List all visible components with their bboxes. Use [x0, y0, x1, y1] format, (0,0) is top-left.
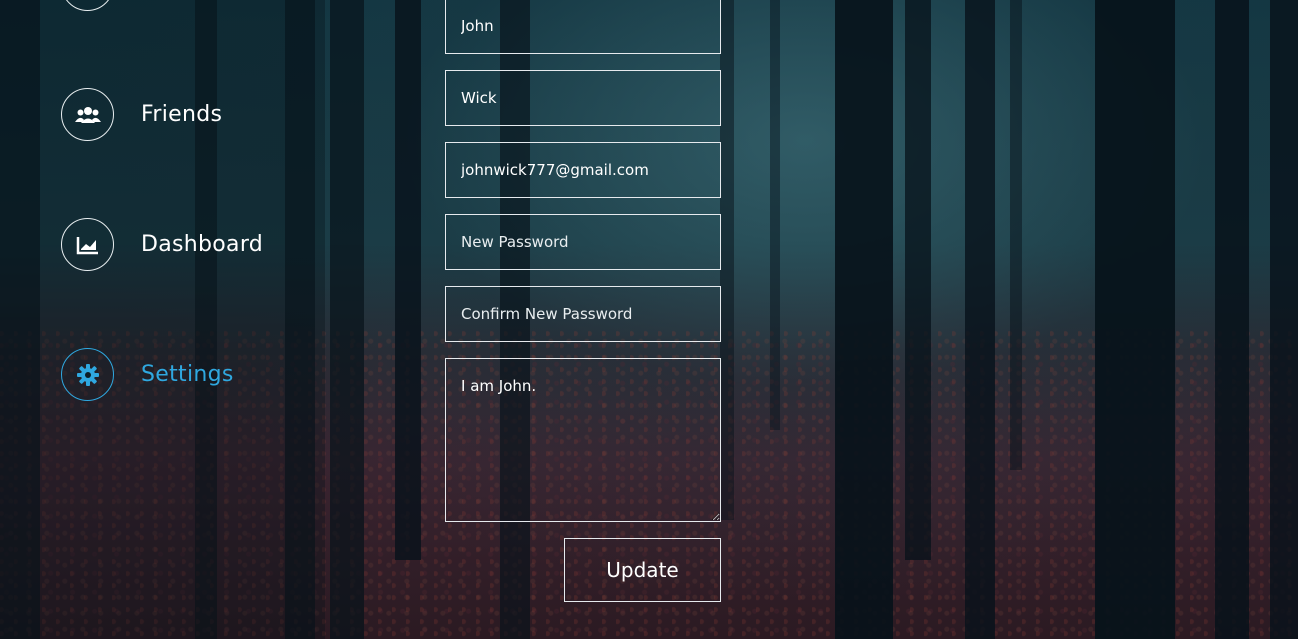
sidebar: Friends Dashboard Settings — [0, 0, 325, 639]
update-button[interactable]: Update — [564, 538, 721, 602]
sidebar-item-label: Settings — [141, 362, 234, 387]
nav-icon-circle — [61, 88, 114, 141]
sidebar-item-settings[interactable]: Settings — [61, 348, 234, 401]
gear-icon — [76, 363, 99, 386]
last-name-field[interactable] — [445, 70, 721, 126]
nav-icon-circle — [61, 348, 114, 401]
sidebar-item-dashboard[interactable]: Dashboard — [61, 218, 263, 271]
new-password-field[interactable] — [445, 214, 721, 270]
email-field[interactable] — [445, 142, 721, 198]
nav-icon-circle — [61, 218, 114, 271]
confirm-password-field[interactable] — [445, 286, 721, 342]
sidebar-item-label: Friends — [141, 102, 223, 127]
chart-line-icon — [76, 236, 98, 254]
bio-textarea[interactable]: I am John. — [445, 358, 721, 522]
sidebar-item-friends[interactable]: Friends — [61, 88, 222, 141]
first-name-field[interactable] — [445, 0, 721, 54]
users-icon — [74, 106, 101, 123]
profile-nav-icon-circle[interactable] — [61, 0, 114, 11]
sidebar-item-label: Dashboard — [141, 232, 264, 257]
